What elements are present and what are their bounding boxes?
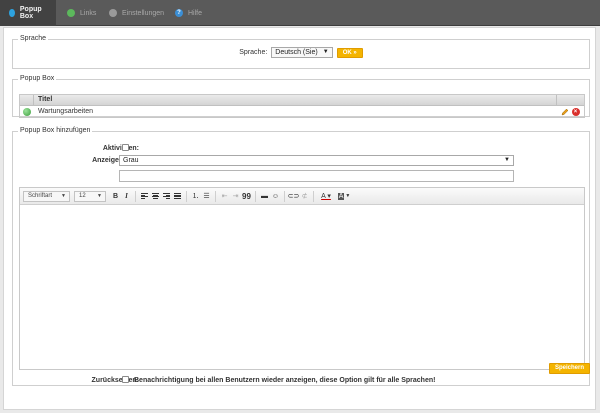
delete-icon[interactable]: × bbox=[571, 107, 580, 116]
popup-icon bbox=[9, 9, 15, 17]
section-legend: Popup Box hinzufügen bbox=[18, 127, 93, 134]
font-family-dropdown[interactable]: Schriftart ▼ bbox=[23, 190, 70, 202]
reset-label: Zurücksetzen: bbox=[91, 377, 139, 384]
tab-popup-box[interactable]: Popup Box bbox=[0, 0, 56, 26]
help-icon: ? bbox=[175, 9, 183, 17]
activate-label: Aktivieren: bbox=[102, 145, 139, 152]
indent-icon: ⇥ bbox=[232, 193, 239, 200]
tab-label: Popup Box bbox=[19, 6, 42, 20]
background-color-button[interactable]: A ▼ bbox=[335, 191, 353, 202]
align-right-icon bbox=[163, 193, 170, 199]
status-active-icon bbox=[23, 107, 31, 116]
align-justify-icon bbox=[174, 193, 181, 199]
status-cell bbox=[20, 107, 34, 116]
popup-table: Titel Wartungsarbeiten × bbox=[19, 94, 585, 118]
outdent-button[interactable]: ⇤ bbox=[219, 191, 230, 202]
top-nav-bar: Popup Box Links Einstellungen ? Hilfe bbox=[0, 0, 600, 26]
font-family-value: Schriftart bbox=[28, 192, 53, 199]
align-left-button[interactable] bbox=[139, 191, 150, 202]
text-color-button[interactable]: A ▾ bbox=[317, 191, 335, 202]
pencil-icon[interactable] bbox=[561, 108, 569, 116]
tab-links[interactable]: Links bbox=[58, 0, 105, 26]
tab-label: Einstellungen bbox=[122, 9, 165, 17]
chevron-down-icon: ▼ bbox=[97, 192, 102, 199]
tab-einstellungen[interactable]: Einstellungen bbox=[100, 0, 173, 26]
section-legend: Sprache bbox=[18, 35, 49, 42]
align-center-icon bbox=[152, 193, 159, 199]
toolbar-divider bbox=[284, 190, 285, 202]
blockquote-button[interactable]: 99 bbox=[241, 191, 252, 202]
settings-icon bbox=[109, 9, 117, 17]
table-header: Titel bbox=[20, 95, 584, 106]
link-icon: ⊂⊃ bbox=[287, 193, 300, 200]
bullet-list-icon: ☰ bbox=[203, 193, 210, 200]
reset-checkbox[interactable] bbox=[122, 376, 129, 383]
bold-button[interactable]: B bbox=[110, 191, 121, 202]
horizontal-rule-icon: ▬ bbox=[261, 192, 268, 200]
align-right-button[interactable] bbox=[161, 191, 172, 202]
insert-link-button[interactable]: ⊂⊃ bbox=[287, 191, 300, 202]
tab-hilfe[interactable]: ? Hilfe bbox=[166, 0, 211, 26]
editor-toolbar: Schriftart ▼ 12 ▼ B I ⒈ ☰ ⇤ ⇥ 99 ▬ ☺ ⊂⊃ … bbox=[20, 188, 584, 205]
font-size-dropdown[interactable]: 12 ▼ bbox=[74, 190, 106, 202]
bullet-list-button[interactable]: ☰ bbox=[201, 191, 212, 202]
language-select[interactable]: Deutsch (Sie) ▼ bbox=[271, 47, 333, 58]
toolbar-divider bbox=[255, 190, 256, 202]
add-popup-section: Popup Box hinzufügen Aktivieren: Anzeige… bbox=[12, 127, 590, 386]
font-size-value: 12 bbox=[79, 192, 86, 199]
ordered-list-icon: ⒈ bbox=[192, 193, 199, 200]
table-row[interactable]: Wartungsarbeiten × bbox=[20, 106, 584, 117]
ordered-list-button[interactable]: ⒈ bbox=[190, 191, 201, 202]
row-actions: × bbox=[556, 107, 584, 116]
section-legend: Popup Box bbox=[18, 75, 57, 82]
emoticon-button[interactable]: ☺ bbox=[270, 191, 281, 202]
activate-checkbox[interactable] bbox=[122, 144, 129, 151]
tab-label: Hilfe bbox=[188, 9, 203, 17]
toolbar-divider bbox=[313, 190, 314, 202]
unlink-icon: ⊄ bbox=[301, 193, 308, 200]
text-color-icon: A ▾ bbox=[321, 193, 331, 200]
language-selected: Deutsch (Sie) bbox=[275, 49, 318, 56]
align-center-button[interactable] bbox=[150, 191, 161, 202]
header-actions-cell bbox=[556, 95, 584, 105]
indent-button[interactable]: ⇥ bbox=[230, 191, 241, 202]
horizontal-rule-button[interactable]: ▬ bbox=[259, 191, 270, 202]
background-color-icon: A bbox=[337, 192, 345, 200]
toolbar-divider bbox=[215, 190, 216, 202]
title-input[interactable] bbox=[119, 170, 514, 182]
chevron-down-icon: ▼ bbox=[61, 192, 66, 199]
main-panel: Sprache Sprache: Deutsch (Sie) ▼ OK » Po… bbox=[3, 27, 596, 410]
ok-button[interactable]: OK » bbox=[336, 47, 363, 58]
display-type-select[interactable]: Grau ▼ bbox=[119, 155, 514, 166]
tab-label: Links bbox=[80, 9, 97, 17]
display-type-selected: Grau bbox=[123, 157, 139, 164]
header-status-cell bbox=[20, 95, 34, 105]
chevron-down-icon: ▼ bbox=[345, 193, 351, 199]
language-label: Sprache: bbox=[239, 49, 268, 56]
language-section: Sprache Sprache: Deutsch (Sie) ▼ OK » bbox=[12, 35, 590, 69]
links-icon bbox=[67, 9, 75, 17]
toolbar-divider bbox=[186, 190, 187, 202]
column-title-header: Titel bbox=[38, 96, 53, 103]
unlink-button[interactable]: ⊄ bbox=[299, 191, 310, 202]
editor-content-area[interactable] bbox=[20, 206, 584, 369]
italic-button[interactable]: I bbox=[121, 191, 132, 202]
language-row: Sprache: Deutsch (Sie) ▼ OK » bbox=[13, 47, 589, 58]
align-justify-button[interactable] bbox=[172, 191, 183, 202]
align-left-icon bbox=[141, 193, 148, 199]
toolbar-divider bbox=[135, 190, 136, 202]
outdent-icon: ⇤ bbox=[221, 193, 228, 200]
row-title: Wartungsarbeiten bbox=[38, 108, 93, 115]
reset-description: Benachrichtigung bei allen Benutzern wie… bbox=[134, 377, 436, 384]
chevron-down-icon: ▼ bbox=[504, 157, 510, 163]
save-button[interactable]: Speichern bbox=[549, 363, 591, 374]
popup-list-section: Popup Box Titel Wartungsarbeiten × bbox=[12, 75, 590, 118]
chevron-down-icon: ▼ bbox=[322, 49, 329, 55]
rich-text-editor: Schriftart ▼ 12 ▼ B I ⒈ ☰ ⇤ ⇥ 99 ▬ ☺ ⊂⊃ … bbox=[19, 187, 585, 370]
smiley-icon: ☺ bbox=[271, 192, 280, 200]
